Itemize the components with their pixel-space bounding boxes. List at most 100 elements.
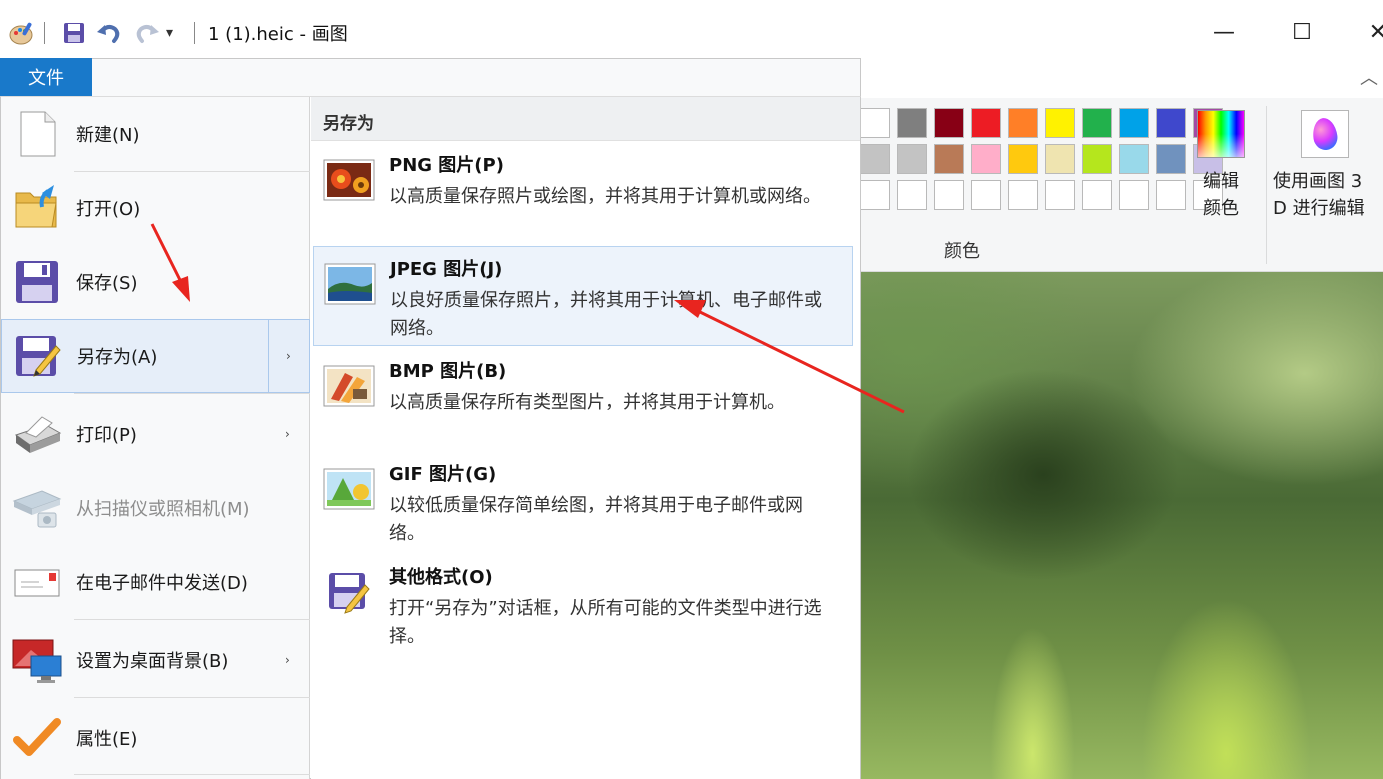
save-as-gif-option[interactable]: GIF 图片(G) 以较低质量保存简单绘图，并将其用于电子邮件或网络。 [313, 452, 853, 552]
color-swatch[interactable] [971, 180, 1001, 210]
save-as-submenu: 另存为 PNG 图片(P) 以高质量保存照片或绘图，并将其用于计算机或网络。 J… [311, 97, 860, 779]
option-title: PNG 图片(P) [389, 155, 504, 176]
color-swatch[interactable] [860, 144, 890, 174]
save-as-bmp-option[interactable]: BMP 图片(B) 以高质量保存所有类型图片，并将其用于计算机。 [313, 349, 853, 449]
maximize-button[interactable]: ☐ [1282, 14, 1322, 50]
redo-icon[interactable] [134, 18, 160, 48]
menu-item-label: 另存为(A) [77, 347, 158, 368]
save-as-png-option[interactable]: PNG 图片(P) 以高质量保存照片或绘图，并将其用于计算机或网络。 [313, 143, 853, 243]
color-swatch[interactable] [1119, 180, 1149, 210]
minimize-button[interactable]: — [1204, 14, 1244, 50]
color-swatch[interactable] [1156, 108, 1186, 138]
submenu-arrow-icon: › [285, 653, 290, 667]
color-swatch[interactable] [934, 144, 964, 174]
paint3d-label: 使用画图 3 D 进行编辑 [1273, 171, 1365, 219]
color-swatch[interactable] [1045, 180, 1075, 210]
bmp-image-icon [323, 365, 375, 407]
collapse-ribbon-icon[interactable]: ︿ [1356, 62, 1382, 92]
color-swatch[interactable] [934, 108, 964, 138]
file-menu: 新建(N) 打开(O) 保存(S) 另存为(A) › 打印(P) › 从扫描仪或… [0, 96, 861, 779]
edit-colors-label: 编辑 颜色 [1203, 171, 1239, 219]
properties-check-icon [11, 712, 63, 764]
color-swatch[interactable] [1156, 180, 1186, 210]
submenu-arrow-icon: › [285, 427, 290, 441]
color-swatch[interactable] [1008, 144, 1038, 174]
color-swatch[interactable] [897, 144, 927, 174]
desktop-background-icon [11, 634, 63, 686]
menu-item-open[interactable]: 打开(O) [1, 171, 310, 245]
menu-item-label: 属性(E) [76, 729, 138, 750]
color-swatch[interactable] [1045, 144, 1075, 174]
color-swatch[interactable] [1082, 180, 1112, 210]
file-tab[interactable]: 文件 [0, 58, 92, 96]
menu-item-properties[interactable]: 属性(E) [1, 701, 310, 775]
menu-item-send-email[interactable]: 在电子邮件中发送(D) [1, 545, 310, 619]
option-title: JPEG 图片(J) [390, 259, 503, 280]
color-swatch[interactable] [897, 180, 927, 210]
color-swatch[interactable] [860, 180, 890, 210]
menu-item-save[interactable]: 保存(S) [1, 245, 310, 319]
color-spectrum-icon [1197, 110, 1245, 158]
title-bar: ▾ 1 (1).heic - 画图 — ☐ ✕ [0, 0, 1383, 58]
save-as-other-formats-option[interactable]: 其他格式(O) 打开“另存为”对话框，从所有可能的文件类型中进行选择。 [313, 555, 853, 655]
menu-item-print[interactable]: 打印(P) › [1, 397, 310, 471]
option-title: GIF 图片(G) [389, 464, 497, 485]
color-swatch[interactable] [1119, 144, 1149, 174]
menu-item-set-desktop-background[interactable]: 设置为桌面背景(B) › [1, 623, 310, 697]
submenu-arrow-icon: › [286, 349, 291, 363]
option-description: 打开“另存为”对话框，从所有可能的文件类型中进行选择。 [389, 598, 822, 647]
canvas-image[interactable] [860, 272, 1383, 779]
close-button[interactable]: ✕ [1358, 14, 1383, 50]
option-description: 以良好质量保存照片，并将其用于计算机、电子邮件或网络。 [390, 290, 822, 339]
color-swatch[interactable] [1119, 108, 1149, 138]
color-swatch[interactable] [971, 108, 1001, 138]
printer-icon [11, 408, 63, 460]
option-title: BMP 图片(B) [389, 361, 507, 382]
menu-item-from-scanner: 从扫描仪或照相机(M) [1, 471, 310, 545]
color-palette [860, 108, 1223, 210]
color-swatch[interactable] [971, 144, 1001, 174]
menu-item-label: 保存(S) [76, 273, 138, 294]
menu-item-new[interactable]: 新建(N) [1, 97, 310, 171]
scanner-icon [11, 482, 63, 534]
option-description: 以高质量保存所有类型图片，并将其用于计算机。 [389, 392, 785, 413]
file-menu-header [92, 58, 861, 96]
edit-colors-button[interactable]: 编辑 颜色 [1195, 110, 1247, 222]
colors-group-label: 颜色 [944, 241, 980, 262]
color-swatch[interactable] [1082, 144, 1112, 174]
menu-item-label: 在电子邮件中发送(D) [76, 573, 248, 594]
color-swatch[interactable] [1008, 180, 1038, 210]
gif-image-icon [323, 468, 375, 510]
menu-item-save-as[interactable]: 另存为(A) › [1, 319, 310, 393]
menu-item-label: 新建(N) [76, 125, 140, 146]
color-swatch[interactable] [897, 108, 927, 138]
customize-toolbar-icon[interactable]: ▾ [166, 18, 173, 48]
other-formats-icon [323, 571, 375, 614]
option-title: 其他格式(O) [389, 567, 493, 588]
save-quick-icon[interactable] [62, 18, 86, 48]
color-swatch[interactable] [1045, 108, 1075, 138]
save-as-heading: 另存为 [311, 97, 860, 141]
undo-icon[interactable] [96, 18, 122, 48]
edit-with-paint3d-button[interactable]: 使用画图 3 D 进行编辑 [1273, 110, 1383, 222]
save-as-icon [12, 330, 64, 382]
menu-item-label: 从扫描仪或照相机(M) [76, 499, 250, 520]
menu-item-label: 设置为桌面背景(B) [76, 651, 229, 672]
menu-item-label: 打开(O) [76, 199, 141, 220]
color-swatch[interactable] [1156, 144, 1186, 174]
new-document-icon [11, 108, 63, 160]
option-description: 以较低质量保存简单绘图，并将其用于电子邮件或网络。 [389, 495, 803, 544]
file-menu-commands: 新建(N) 打开(O) 保存(S) 另存为(A) › 打印(P) › 从扫描仪或… [1, 97, 310, 779]
png-image-icon [323, 159, 375, 201]
paint-app-icon[interactable] [8, 18, 36, 48]
menu-item-label: 打印(P) [76, 425, 137, 446]
color-swatch[interactable] [1008, 108, 1038, 138]
window-title: 1 (1).heic - 画图 [208, 24, 348, 45]
color-swatch[interactable] [934, 180, 964, 210]
color-swatch[interactable] [1082, 108, 1112, 138]
color-swatch[interactable] [860, 108, 890, 138]
paint3d-icon [1301, 110, 1349, 158]
jpeg-image-icon [324, 263, 376, 305]
save-as-jpeg-option[interactable]: JPEG 图片(J) 以良好质量保存照片，并将其用于计算机、电子邮件或网络。 [313, 246, 853, 346]
option-description: 以高质量保存照片或绘图，并将其用于计算机或网络。 [389, 186, 821, 207]
